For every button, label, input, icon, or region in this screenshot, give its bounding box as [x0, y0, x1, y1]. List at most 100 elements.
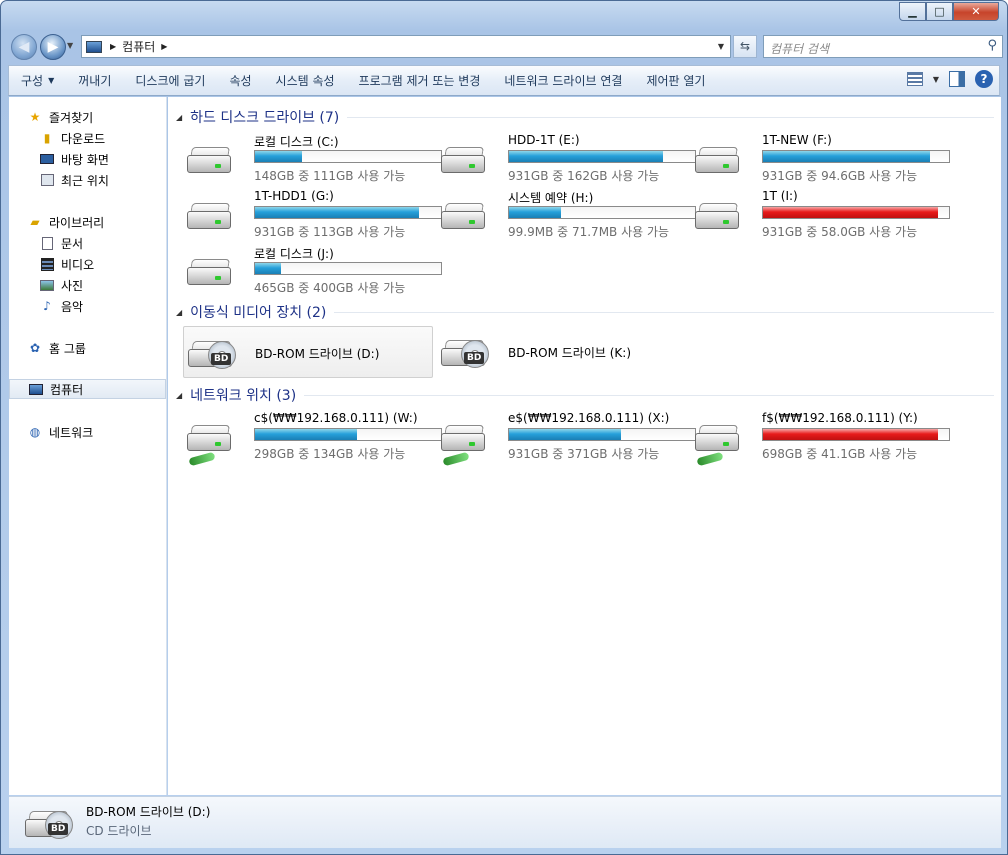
hard-drive-icon — [187, 203, 233, 231]
search-icon[interactable]: ⚲ — [987, 38, 997, 53]
drive-usage-fill — [763, 429, 938, 440]
drive-free-space: 931GB 중 94.6GB 사용 가능 — [762, 169, 918, 183]
drive-usage-bar — [508, 206, 696, 219]
drive-usage-fill — [255, 429, 358, 440]
uninstall-program-button[interactable]: 프로그램 제거 또는 변경 — [347, 66, 493, 95]
documents-icon — [39, 235, 55, 251]
drive-usage-bar — [762, 150, 950, 163]
drive-tile[interactable]: 로컬 디스크 (C:) 148GB 중 111GB 사용 가능 — [183, 133, 442, 185]
drive-name: BD-ROM 드라이브 (D:) — [255, 347, 380, 361]
collapse-arrow-icon[interactable]: ◢ — [176, 113, 182, 122]
nav-desktop-label: 바탕 화면 — [61, 152, 109, 167]
system-properties-button[interactable]: 시스템 속성 — [264, 66, 347, 95]
nav-libraries[interactable]: ▰ 라이브러리 — [27, 212, 184, 232]
preview-pane-icon[interactable] — [949, 71, 965, 87]
bd-badge: BD — [464, 352, 485, 364]
search-input[interactable]: 컴퓨터 검색 ⚲ — [763, 35, 1003, 58]
collapse-arrow-icon[interactable]: ◢ — [176, 308, 182, 317]
drive-free-space: 931GB 중 371GB 사용 가능 — [508, 447, 660, 461]
back-arrow-icon: ◀ — [18, 39, 30, 55]
burn-button[interactable]: 디스크에 굽기 — [123, 66, 217, 95]
pictures-icon — [39, 277, 55, 293]
maximize-button[interactable]: □ — [926, 2, 953, 21]
drive-tile[interactable]: 시스템 예약 (H:) 99.9MB 중 71.7MB 사용 가능 — [437, 189, 696, 241]
properties-button[interactable]: 속성 — [217, 66, 263, 95]
hard-drive-icon — [695, 147, 741, 175]
breadcrumb-computer[interactable]: 컴퓨터 — [122, 38, 155, 55]
nav-computer[interactable]: 컴퓨터 — [9, 379, 166, 399]
hard-drive-icon — [441, 147, 487, 175]
group-removable-media[interactable]: ◢ 이동식 미디어 장치 (2) — [176, 302, 994, 322]
collapse-arrow-icon[interactable]: ◢ — [176, 391, 182, 400]
breadcrumb-chevron-icon[interactable]: ▶ — [110, 42, 116, 51]
nav-network-label: 네트워크 — [49, 425, 94, 440]
nav-homegroup[interactable]: ✿ 홈 그룹 — [27, 338, 184, 358]
group-network-locations[interactable]: ◢ 네트워크 위치 (3) — [176, 385, 994, 405]
map-network-drive-button[interactable]: 네트워크 드라이브 연결 — [492, 66, 634, 95]
minimize-button[interactable]: ▁ — [899, 2, 926, 21]
drive-name: f$(₩₩192.168.0.111) (Y:) — [762, 411, 918, 425]
videos-icon — [39, 256, 55, 272]
music-icon: ♪ — [43, 299, 51, 313]
search-placeholder: 컴퓨터 검색 — [770, 42, 830, 56]
drive-tile[interactable]: 1T-HDD1 (G:) 931GB 중 113GB 사용 가능 — [183, 189, 442, 241]
organize-button[interactable]: 구성 ▼ — [9, 66, 66, 95]
drive-name: 1T-HDD1 (G:) — [254, 189, 334, 203]
network-drive-icon — [695, 425, 741, 467]
drive-usage-bar — [254, 428, 442, 441]
forward-button[interactable]: ▶ — [40, 34, 66, 60]
view-dropdown-icon[interactable]: ▼ — [933, 75, 939, 84]
drive-usage-fill — [255, 207, 419, 218]
hard-drive-icon — [695, 203, 741, 231]
drive-tile[interactable]: 1T-NEW (F:) 931GB 중 94.6GB 사용 가능 — [691, 133, 950, 185]
drive-name: HDD-1T (E:) — [508, 133, 580, 147]
drive-usage-bar — [762, 428, 950, 441]
drive-free-space: 931GB 중 58.0GB 사용 가능 — [762, 225, 918, 239]
drive-usage-fill — [509, 207, 562, 218]
caption-buttons: ▁ □ ✕ — [899, 2, 999, 21]
drive-usage-bar — [254, 150, 442, 163]
drive-tile[interactable]: HDD-1T (E:) 931GB 중 162GB 사용 가능 — [437, 133, 696, 185]
change-view-icon[interactable] — [906, 72, 923, 86]
nav-network[interactable]: ◍ 네트워크 — [27, 422, 184, 442]
drive-name: 1T-NEW (F:) — [762, 133, 832, 147]
drive-name: 1T (I:) — [762, 189, 798, 203]
drive-name: 시스템 예약 (H:) — [508, 191, 594, 205]
close-button[interactable]: ✕ — [953, 2, 999, 21]
drive-name: BD-ROM 드라이브 (K:) — [508, 346, 632, 360]
group-removable-label: 이동식 미디어 장치 (2) — [190, 305, 327, 321]
eject-button[interactable]: 꺼내기 — [66, 66, 123, 95]
drive-free-space: 99.9MB 중 71.7MB 사용 가능 — [508, 225, 670, 239]
computer-icon — [86, 40, 102, 53]
refresh-button[interactable]: ⇆ — [733, 35, 757, 58]
navigation-row: ◀ ▶ ▼ ▶ 컴퓨터 ▶ ▼ ⇆ 컴퓨터 검색 ⚲ — [7, 31, 1003, 61]
drive-tile[interactable]: 1T (I:) 931GB 중 58.0GB 사용 가능 — [691, 189, 950, 241]
details-item-type: CD 드라이브 — [86, 824, 152, 838]
open-control-panel-button[interactable]: 제어판 열기 — [634, 66, 717, 95]
chevron-down-icon: ▼ — [48, 76, 55, 85]
group-hard-disks[interactable]: ◢ 하드 디스크 드라이브 (7) — [176, 107, 994, 127]
drive-name: 로컬 디스크 (J:) — [254, 247, 334, 261]
bd-rom-tile[interactable]: BD BD-ROM 드라이브 (K:) — [437, 326, 687, 378]
help-icon[interactable]: ? — [975, 70, 993, 88]
drive-free-space: 931GB 중 113GB 사용 가능 — [254, 225, 406, 239]
computer-icon — [28, 381, 44, 397]
drive-usage-fill — [509, 429, 621, 440]
back-button[interactable]: ◀ — [11, 34, 37, 60]
network-drive-tile[interactable]: e$(₩₩192.168.0.111) (X:) 931GB 중 371GB 사용… — [437, 411, 696, 467]
bd-rom-tile-selected[interactable]: BD BD-ROM 드라이브 (D:) — [183, 326, 433, 378]
hard-drive-icon — [187, 259, 233, 287]
recent-pages-dropdown-icon[interactable]: ▼ — [67, 41, 73, 50]
nav-favorites[interactable]: ★ 즐겨찾기 — [27, 107, 184, 127]
address-dropdown-icon[interactable]: ▼ — [718, 42, 724, 51]
network-drive-tile[interactable]: f$(₩₩192.168.0.111) (Y:) 698GB 중 41.1GB 사… — [691, 411, 950, 467]
network-drive-tile[interactable]: c$(₩₩192.168.0.111) (W:) 298GB 중 134GB 사용… — [183, 411, 442, 467]
address-bar[interactable]: ▶ 컴퓨터 ▶ ▼ — [81, 35, 731, 58]
hard-drive-icon — [187, 147, 233, 175]
bd-rom-drive-icon: BD — [23, 801, 79, 845]
breadcrumb-chevron-icon[interactable]: ▶ — [161, 42, 167, 51]
drive-tile[interactable]: 로컬 디스크 (J:) 465GB 중 400GB 사용 가능 — [183, 245, 442, 297]
explorer-window: ▁ □ ✕ ◀ ▶ ▼ ▶ 컴퓨터 ▶ ▼ ⇆ 컴퓨터 검색 ⚲ 구성 ▼ 꺼내기… — [0, 0, 1008, 855]
drive-free-space: 148GB 중 111GB 사용 가능 — [254, 169, 406, 183]
details-pane: BD BD-ROM 드라이브 (D:) CD 드라이브 — [9, 796, 1001, 848]
